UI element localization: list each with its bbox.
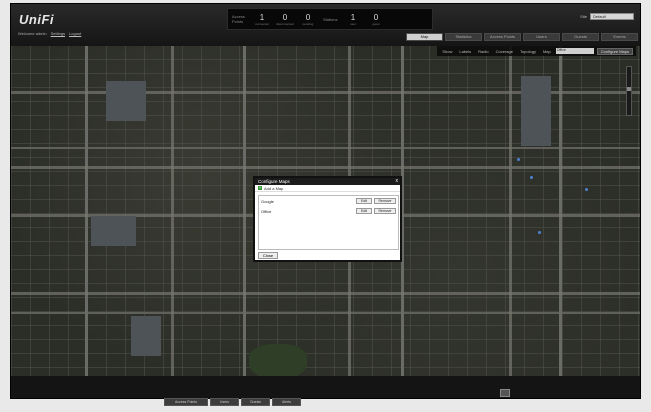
map-building (106, 81, 146, 121)
close-icon[interactable]: x (396, 178, 399, 185)
map-topology[interactable]: Topology (518, 49, 538, 54)
access-points-stats: Access Points 1 connected 0 disconnected… (232, 13, 317, 26)
map-list: Google Edit Remove Office Edit Remove (258, 195, 399, 250)
stations-label: Stations (323, 16, 338, 22)
stat-users[interactable]: 1 user (344, 13, 362, 26)
stat-pending[interactable]: 0 pending (299, 13, 317, 26)
add-map-label: Add a Map (264, 185, 284, 191)
access-point-marker[interactable] (538, 231, 541, 234)
map-road (509, 46, 512, 376)
stats-panel: Access Points 1 connected 0 disconnected… (227, 8, 433, 30)
zoom-handle[interactable] (627, 87, 631, 91)
map-dropdown[interactable]: Office (555, 48, 594, 54)
bottom-panel (11, 376, 640, 398)
tab-guests[interactable]: Guests (562, 33, 599, 41)
app-logo: UniFi (19, 12, 54, 27)
welcome-text: Welcome admin (18, 31, 47, 36)
map-building (91, 216, 136, 246)
list-item: Office Edit Remove (259, 206, 398, 216)
edit-button[interactable]: Edit (356, 198, 372, 204)
map-show[interactable]: Show (440, 49, 454, 54)
map-label: Map (542, 48, 551, 54)
map-toolbar: Show Labels Radio Coverage Topology Map … (437, 46, 636, 56)
tab-map[interactable]: Map (406, 33, 443, 41)
site-selector: Site Default (580, 13, 634, 20)
list-item: Google Edit Remove (259, 196, 398, 206)
bottom-tab-users[interactable]: Users (210, 398, 239, 406)
access-points-label: Access Points (232, 14, 245, 24)
map-coverage[interactable]: Coverage (494, 49, 515, 54)
remove-button[interactable]: Remove (374, 198, 396, 204)
add-map-row[interactable]: + Add a Map (255, 185, 400, 192)
map-building (131, 316, 161, 356)
stat-disconnected[interactable]: 0 disconnected (276, 13, 294, 26)
map-labels[interactable]: Labels (457, 49, 473, 54)
map-road (171, 46, 174, 376)
settings-link[interactable]: Settings (51, 31, 65, 36)
map-road (11, 292, 640, 295)
user-links: Welcome admin Settings Logout (18, 31, 81, 36)
configure-maps-button[interactable]: Configure Maps (596, 47, 633, 55)
tab-events[interactable]: Events (601, 33, 638, 41)
map-building (521, 76, 551, 146)
remove-button[interactable]: Remove (374, 208, 396, 214)
map-road (11, 166, 640, 169)
configure-maps-dialog: Configure Maps x + Add a Map Google Edit… (253, 176, 402, 262)
map-radio[interactable]: Radio (476, 49, 490, 54)
map-park (249, 344, 307, 378)
tab-statistics[interactable]: Statistics (445, 33, 482, 41)
tab-access-points[interactable]: Access Points (484, 33, 521, 41)
edit-button[interactable]: Edit (356, 208, 372, 214)
resize-handle-icon[interactable] (500, 389, 510, 397)
map-name: Office (261, 208, 272, 214)
access-point-marker[interactable] (517, 158, 520, 161)
site-label: Site (580, 14, 587, 19)
stations-stats: Stations 1 user 0 guest (323, 13, 385, 26)
bottom-tab-access-points[interactable]: Access Points (164, 398, 208, 406)
close-button[interactable]: Close (258, 252, 278, 259)
main-tabs: Map Statistics Access Points Users Guest… (406, 33, 638, 41)
map-name: Google (261, 198, 274, 204)
logout-link[interactable]: Logout (69, 31, 81, 36)
top-bar: UniFi Welcome admin Settings Logout Acce… (11, 4, 640, 46)
dialog-title: Configure Maps (255, 178, 400, 185)
tab-users[interactable]: Users (523, 33, 560, 41)
bottom-tab-alerts[interactable]: Alerts (272, 398, 301, 406)
bottom-tab-guests[interactable]: Guests (241, 398, 270, 406)
bottom-tabs: Access Points Users Guests Alerts (164, 398, 301, 406)
stat-connected[interactable]: 1 connected (253, 13, 271, 26)
site-dropdown[interactable]: Default (590, 13, 634, 20)
add-icon: + (258, 185, 262, 190)
access-point-marker[interactable] (585, 188, 588, 191)
access-point-marker[interactable] (530, 176, 533, 179)
zoom-slider[interactable] (626, 66, 632, 116)
stat-guests[interactable]: 0 guest (367, 13, 385, 26)
